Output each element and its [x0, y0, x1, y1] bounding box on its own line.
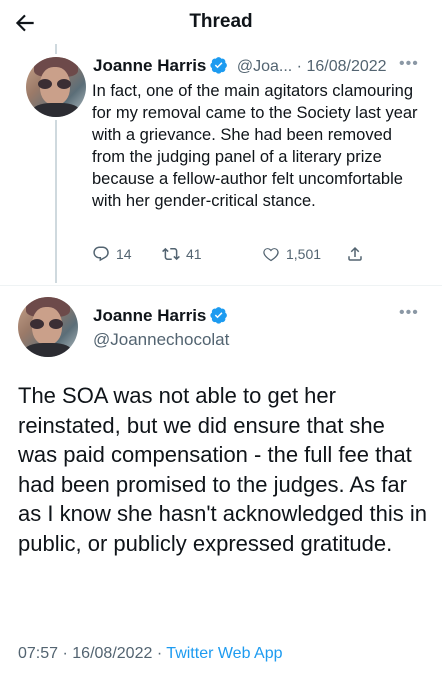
source-app-link[interactable]: Twitter Web App — [166, 645, 282, 662]
thread-connector — [55, 120, 57, 283]
author-name[interactable]: Joanne Harris — [93, 306, 206, 325]
share-button[interactable] — [346, 245, 364, 263]
separator-dot: · — [296, 58, 302, 75]
like-count: 1,501 — [286, 246, 322, 262]
tweet-actions: 14 41 1,501 — [92, 245, 392, 267]
tweet-date[interactable]: 16/08/2022 — [306, 58, 386, 75]
tweet-text: The SOA was not able to get her reinstat… — [18, 383, 427, 556]
more-dots-icon[interactable]: ••• — [399, 55, 419, 73]
retweet-count: 41 — [186, 246, 202, 262]
divider — [0, 285, 442, 286]
retweet-icon — [162, 247, 180, 261]
author-name[interactable]: Joanne Harris — [93, 56, 206, 75]
more-dots-icon[interactable]: ••• — [399, 304, 419, 322]
reply-icon — [93, 246, 109, 262]
top-bar: Thread — [0, 0, 442, 46]
verified-badge-icon — [210, 307, 228, 324]
reply-button[interactable]: 14 — [92, 245, 132, 263]
tweet-header: Joanne Harris — [93, 306, 228, 326]
author-handle[interactable]: @Joannechocolat — [93, 330, 229, 350]
tweet-header: Joanne Harris @Joa... · 16/08/2022 — [93, 56, 387, 76]
like-button[interactable]: 1,501 — [262, 245, 321, 263]
separator-dot: · — [156, 645, 163, 662]
reply-count: 14 — [116, 246, 132, 262]
retweet-button[interactable]: 41 — [162, 245, 202, 263]
tweet-text: In fact, one of the main agitators clamo… — [92, 82, 418, 210]
tweet-footer: 07:57 · 16/08/2022 · Twitter Web App — [18, 645, 283, 663]
page-title: Thread — [189, 11, 253, 32]
verified-badge-icon — [210, 57, 228, 74]
thread-connector-top — [55, 44, 57, 54]
tweet-time[interactable]: 07:57 — [18, 645, 58, 662]
author-handle[interactable]: @Joa... — [237, 58, 292, 75]
heart-icon — [263, 248, 279, 262]
separator-dot: · — [62, 645, 68, 662]
share-icon — [348, 246, 362, 261]
avatar[interactable] — [18, 297, 78, 357]
avatar[interactable] — [26, 57, 86, 117]
tweet-date[interactable]: 16/08/2022 — [72, 645, 152, 662]
